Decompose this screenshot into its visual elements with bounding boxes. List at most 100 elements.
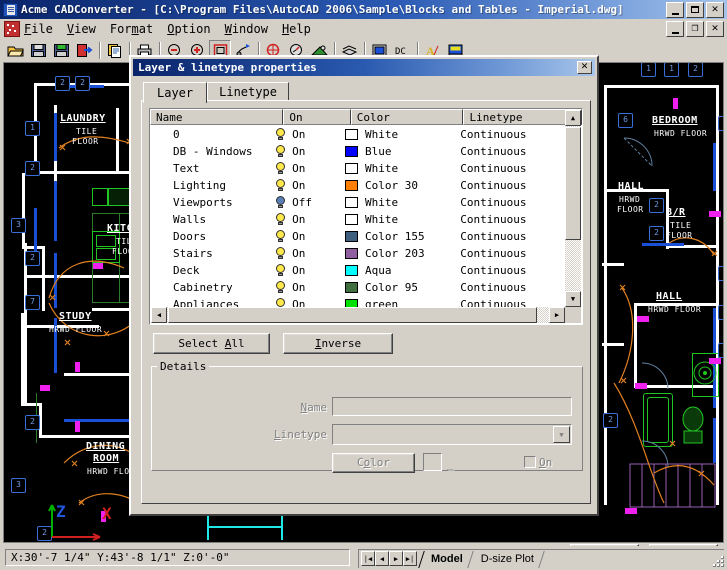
layer-on-cell[interactable]: On — [275, 298, 345, 307]
first-layout-button[interactable]: |◀ — [361, 551, 375, 566]
next-layout-button[interactable]: ▶ — [389, 551, 403, 566]
layer-on-cell[interactable]: On — [275, 145, 345, 158]
layer-on-cell[interactable]: On — [275, 128, 345, 141]
color-swatch[interactable] — [345, 197, 358, 208]
select-all-button[interactable]: Select All — [153, 333, 270, 354]
layer-color-cell[interactable]: Color 95 — [345, 281, 460, 294]
linetype-combo[interactable]: ▼ — [332, 424, 572, 445]
mdi-restore-button[interactable]: ❐ — [686, 21, 704, 37]
horizontal-scroll-thumb[interactable] — [168, 307, 537, 323]
lightbulb-on-icon[interactable] — [275, 162, 286, 175]
lightbulb-on-icon[interactable] — [275, 247, 286, 260]
color-swatch[interactable] — [345, 231, 358, 242]
layer-on-cell[interactable]: On — [275, 179, 345, 192]
table-row[interactable]: ViewportsOffWhiteContinuous — [151, 194, 565, 211]
color-swatch[interactable] — [345, 214, 358, 225]
table-row[interactable]: DoorsOnColor 155Continuous — [151, 228, 565, 245]
layer-on-cell[interactable]: On — [275, 247, 345, 260]
color-swatch[interactable] — [345, 163, 358, 174]
layout-tab-model[interactable]: Model — [421, 551, 471, 568]
layer-on-cell[interactable]: On — [275, 213, 345, 226]
copy-page-icon[interactable] — [103, 40, 125, 61]
layer-color-cell[interactable]: White — [345, 128, 460, 141]
scroll-right-button[interactable]: ▶ — [549, 307, 565, 323]
menu-item-format[interactable]: Format — [110, 22, 153, 36]
resize-grip[interactable] — [711, 554, 725, 568]
layer-on-cell[interactable]: On — [275, 230, 345, 243]
layer-on-cell[interactable]: On — [275, 264, 345, 277]
maximize-button[interactable] — [686, 2, 704, 18]
table-row[interactable]: WallsOnWhiteContinuous — [151, 211, 565, 228]
table-row[interactable]: DB - WindowsOnBlueContinuous — [151, 143, 565, 160]
color-swatch[interactable] — [345, 129, 358, 140]
tab-linetype[interactable]: Linetype — [207, 82, 289, 101]
layout-tab-dsize-plot[interactable]: D-size Plot — [471, 551, 542, 568]
color-swatch[interactable] — [345, 299, 358, 307]
scroll-left-button[interactable]: ◀ — [151, 307, 167, 323]
vertical-scrollbar[interactable]: ▲ ▼ — [565, 110, 581, 307]
lightbulb-on-icon[interactable] — [275, 264, 286, 277]
color-button[interactable]: Color — [332, 453, 415, 473]
dialog-close-button[interactable]: ✕ — [577, 61, 592, 74]
open-icon[interactable] — [4, 40, 26, 61]
lightbulb-on-icon[interactable] — [275, 145, 286, 158]
table-row[interactable]: AppliancesOngreenContinuous — [151, 296, 565, 307]
color-swatch[interactable] — [345, 248, 358, 259]
scroll-up-button[interactable]: ▲ — [565, 110, 581, 126]
table-row[interactable]: CabinetryOnColor 95Continuous — [151, 279, 565, 296]
inverse-button[interactable]: Inverse — [283, 333, 393, 354]
menu-item-window[interactable]: Window — [225, 22, 268, 36]
layer-color-cell[interactable]: Color 155 — [345, 230, 460, 243]
on-checkbox[interactable] — [524, 456, 536, 468]
table-row[interactable]: 0OnWhiteContinuous — [151, 126, 565, 143]
tab-layer[interactable]: Layer — [143, 82, 207, 103]
name-field[interactable] — [332, 397, 572, 416]
prev-layout-button[interactable]: ◀ — [375, 551, 389, 566]
layer-color-cell[interactable]: Aqua — [345, 264, 460, 277]
layer-color-cell[interactable]: green — [345, 298, 460, 307]
layer-on-cell[interactable]: Off — [275, 196, 345, 209]
menu-item-view[interactable]: View — [67, 22, 96, 36]
lightbulb-on-icon[interactable] — [275, 281, 286, 294]
layer-color-cell[interactable]: White — [345, 196, 460, 209]
chevron-down-icon[interactable]: ▼ — [553, 426, 570, 443]
layer-on-cell[interactable]: On — [275, 281, 345, 294]
lightbulb-on-icon[interactable] — [275, 213, 286, 226]
menu-item-option[interactable]: Option — [167, 22, 210, 36]
vertical-scroll-thumb[interactable] — [565, 127, 581, 240]
save-as-icon[interactable] — [50, 40, 72, 61]
mdi-close-button[interactable]: ✕ — [706, 21, 724, 37]
table-row[interactable]: TextOnWhiteContinuous — [151, 160, 565, 177]
lightbulb-off-icon[interactable] — [275, 196, 286, 209]
menu-item-file[interactable]: File — [24, 22, 53, 36]
lightbulb-on-icon[interactable] — [275, 128, 286, 141]
close-button[interactable]: ✕ — [706, 2, 724, 18]
minimize-button[interactable] — [666, 2, 684, 18]
table-row[interactable]: DeckOnAquaContinuous — [151, 262, 565, 279]
lightbulb-on-icon[interactable] — [275, 298, 286, 307]
menu-item-help[interactable]: Help — [282, 22, 311, 36]
layer-color-cell[interactable]: Color 30 — [345, 179, 460, 192]
column-header-color[interactable]: Color — [351, 109, 464, 125]
save-icon[interactable] — [27, 40, 49, 61]
table-row[interactable]: StairsOnColor 203Continuous — [151, 245, 565, 262]
layer-color-cell[interactable]: White — [345, 162, 460, 175]
layer-color-cell[interactable]: White — [345, 213, 460, 226]
layer-color-cell[interactable]: Color 203 — [345, 247, 460, 260]
color-swatch[interactable] — [345, 282, 358, 293]
column-header-name[interactable]: Name — [150, 109, 283, 125]
mdi-minimize-button[interactable] — [666, 21, 684, 37]
layer-on-cell[interactable]: On — [275, 162, 345, 175]
lightbulb-on-icon[interactable] — [275, 179, 286, 192]
lightbulb-on-icon[interactable] — [275, 230, 286, 243]
layer-list[interactable]: Name On Color Linetype 0OnWhiteContinuou… — [149, 108, 583, 325]
color-swatch[interactable] — [345, 265, 358, 276]
horizontal-scrollbar[interactable]: ◀ ▶ — [151, 307, 565, 323]
color-swatch[interactable] — [345, 180, 358, 191]
layer-color-cell[interactable]: Blue — [345, 145, 460, 158]
table-row[interactable]: LightingOnColor 30Continuous — [151, 177, 565, 194]
scroll-down-button[interactable]: ▼ — [565, 291, 581, 307]
last-layout-button[interactable]: ▶| — [403, 551, 417, 566]
export-icon[interactable] — [73, 40, 95, 61]
color-swatch[interactable] — [345, 146, 358, 157]
